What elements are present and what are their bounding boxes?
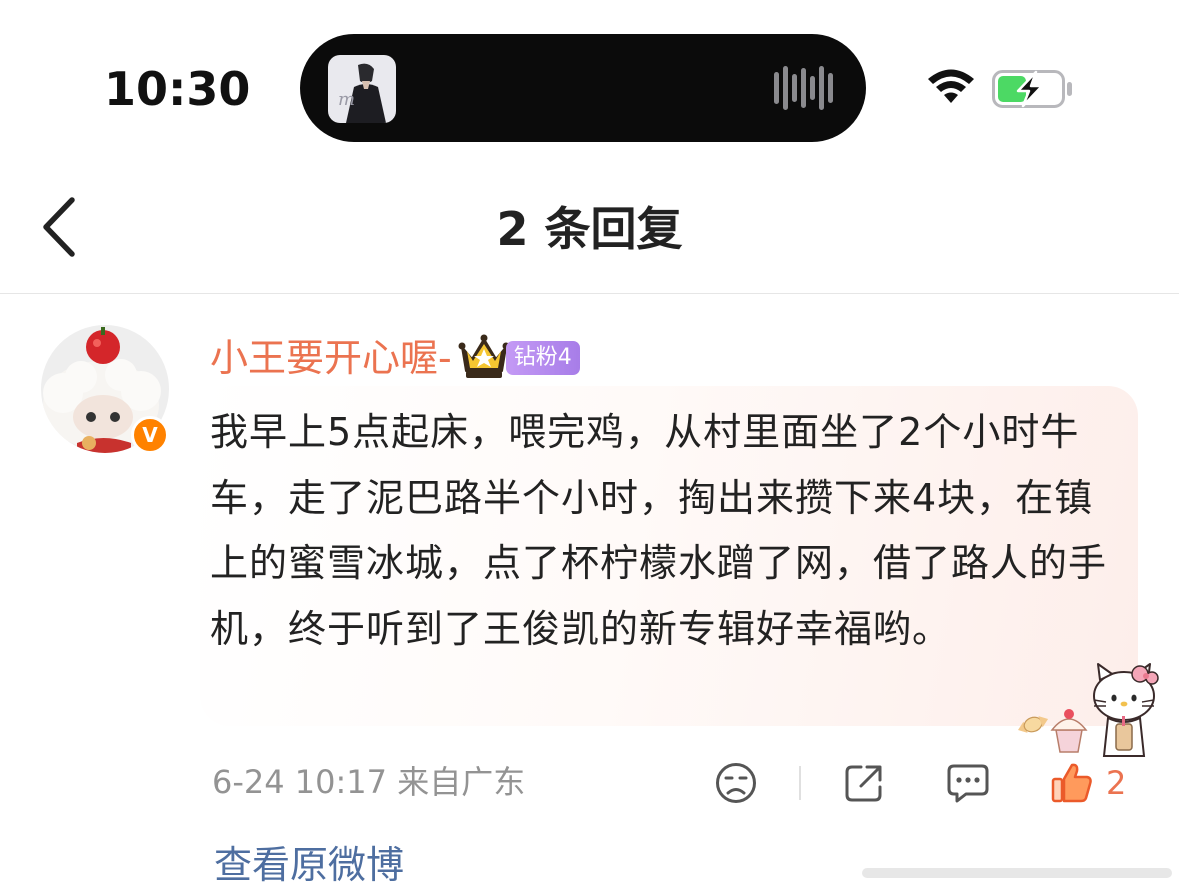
home-indicator xyxy=(862,868,1172,878)
like-count: 2 xyxy=(1106,764,1127,802)
username[interactable]: 小王要开心喔- xyxy=(210,330,452,386)
header-divider xyxy=(0,293,1179,294)
username-row: 小王要开心喔- 钻粉4 xyxy=(210,330,580,386)
view-original-link[interactable]: 查看原微博 xyxy=(214,838,404,892)
dynamic-island[interactable]: m xyxy=(300,34,866,142)
comment-meta: 6-24 10:17 来自广东 xyxy=(212,763,526,801)
comment-text: 我早上5点起床，喂完鸡，从村里面坐了2个小时牛车，走了泥巴路半个小时，掏出来攒下… xyxy=(210,410,1108,651)
battery-charging-icon xyxy=(992,70,1072,108)
share-icon xyxy=(845,765,882,802)
fan-level-badge: 钻粉4 xyxy=(505,341,580,375)
reply-button[interactable] xyxy=(942,758,994,808)
share-button[interactable] xyxy=(838,758,890,808)
status-time: 10:30 xyxy=(104,62,251,116)
now-playing-artwork: m xyxy=(328,55,396,123)
action-divider xyxy=(799,766,801,800)
thumbs-up-icon xyxy=(1051,763,1092,803)
comment-icon xyxy=(947,764,989,803)
wifi-icon xyxy=(928,69,974,103)
crown-icon xyxy=(458,334,510,378)
sad-face-icon xyxy=(716,763,756,803)
page-title: 2 条回复 xyxy=(496,202,683,256)
svg-text:m: m xyxy=(338,89,355,110)
verified-badge: V xyxy=(131,416,169,454)
hello-kitty-decoration xyxy=(1018,663,1159,757)
dislike-button[interactable] xyxy=(710,758,762,808)
like-button[interactable]: 2 xyxy=(1050,758,1140,808)
audio-waveform-icon xyxy=(774,66,833,110)
